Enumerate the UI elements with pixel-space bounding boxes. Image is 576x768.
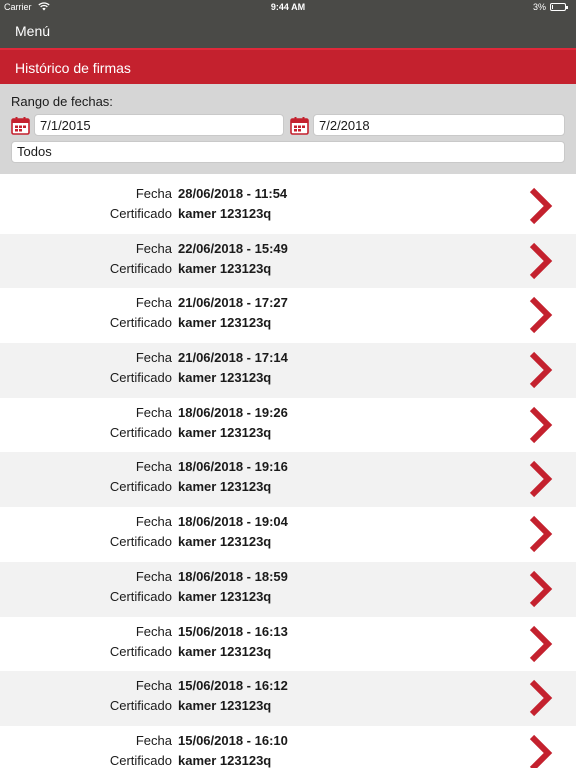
fecha-value: 18/06/2018 - 19:26 — [178, 404, 288, 420]
certificado-value: kamer 123123q — [178, 260, 272, 276]
certificado-value: kamer 123123q — [178, 370, 272, 386]
calendar-icon[interactable] — [11, 116, 30, 135]
chevron-right-icon[interactable] — [526, 515, 556, 553]
page-title: Histórico de firmas — [15, 60, 131, 76]
certificado-value: kamer 123123q — [178, 643, 272, 659]
list-item[interactable]: Fecha 21/06/2018 - 17:27 Certificado kamer … — [0, 288, 576, 344]
battery-percent: 3% — [532, 2, 546, 12]
list-item[interactable]: Fecha 21/06/2018 - 17:14 Certificado kamer … — [0, 343, 576, 398]
certificado-label: Certificado — [109, 315, 172, 331]
list-item[interactable]: Fecha 15/06/2018 - 16:12 Certificado kamer … — [0, 671, 576, 726]
list-item[interactable]: Fecha 18/06/2018 - 19:04 Certificado kamer … — [0, 507, 576, 562]
chevron-right-icon[interactable] — [526, 187, 556, 225]
list-item[interactable]: Fecha 15/06/2018 - 16:13 Certificado kamer … — [0, 616, 576, 672]
chevron-right-icon[interactable] — [526, 406, 556, 444]
filter-panel: Rango de fechas: Todos — [0, 84, 576, 174]
certificado-value: kamer 123123q — [178, 588, 272, 604]
certificado-label: Certificado — [109, 260, 172, 276]
certificado-label: Certificado — [109, 534, 172, 550]
date-from-input[interactable] — [34, 114, 284, 136]
certificado-value: kamer 123123q — [178, 315, 272, 331]
chevron-right-icon[interactable] — [526, 351, 556, 389]
list-item[interactable]: Fecha 22/06/2018 - 15:49 Certificado kamer … — [0, 233, 576, 289]
fecha-label: Fecha — [135, 568, 172, 584]
nav-bar: Menú — [0, 14, 576, 48]
fecha-value: 15/06/2018 - 16:13 — [178, 623, 288, 639]
certificado-label: Certificado — [109, 370, 172, 386]
certificado-label: Certificado — [109, 588, 172, 604]
chevron-right-icon[interactable] — [526, 460, 556, 498]
fecha-value: 21/06/2018 - 17:14 — [178, 350, 288, 366]
fecha-label: Fecha — [135, 459, 172, 475]
certificado-label: Certificado — [109, 206, 172, 221]
battery-icon — [550, 3, 568, 11]
fecha-value: 18/06/2018 - 18:59 — [178, 568, 288, 584]
fecha-value: 28/06/2018 - 11:54 — [178, 186, 288, 201]
fecha-value: 15/06/2018 - 16:10 — [178, 732, 288, 748]
date-range-label: Rango de fechas: — [11, 94, 113, 109]
list-item[interactable]: Fecha 15/06/2018 - 16:10 Certificado kamer … — [0, 725, 576, 768]
certificado-label: Certificado — [109, 698, 172, 714]
certificado-value: kamer 123123q — [178, 752, 272, 768]
certificado-label: Certificado — [109, 752, 172, 768]
signature-list: Fecha 28/06/2018 - 11:54 Certificado kamer … — [0, 179, 576, 768]
list-item[interactable]: Fecha 18/06/2018 - 19:26 Certificado kamer … — [0, 397, 576, 453]
date-to-input[interactable] — [313, 114, 565, 136]
certificado-value: kamer 123123q — [178, 206, 272, 221]
chevron-right-icon[interactable] — [526, 570, 556, 608]
fecha-label: Fecha — [135, 240, 172, 256]
status-bar: Carrier 9:44 AM 3% — [0, 0, 576, 14]
fecha-label: Fecha — [135, 186, 172, 201]
certificado-value: kamer 123123q — [178, 698, 272, 714]
chevron-right-icon[interactable] — [526, 679, 556, 717]
chevron-right-icon[interactable] — [526, 296, 556, 334]
certificado-value: kamer 123123q — [178, 534, 272, 550]
section-header: Histórico de firmas — [0, 48, 576, 84]
list-item[interactable]: Fecha 18/06/2018 - 18:59 Certificado kamer … — [0, 561, 576, 617]
menu-button[interactable]: Menú — [15, 23, 50, 39]
fecha-value: 22/06/2018 - 15:49 — [178, 240, 288, 256]
certificate-select[interactable]: Todos — [11, 141, 565, 163]
fecha-value: 18/06/2018 - 19:04 — [178, 514, 288, 530]
fecha-label: Fecha — [135, 295, 172, 311]
chevron-right-icon[interactable] — [526, 734, 556, 768]
certificado-label: Certificado — [109, 643, 172, 659]
certificado-label: Certificado — [109, 479, 172, 495]
fecha-label: Fecha — [135, 732, 172, 748]
list-item[interactable]: Fecha 28/06/2018 - 11:54 Certificado kamer … — [0, 179, 576, 234]
certificado-value: kamer 123123q — [178, 479, 272, 495]
fecha-label: Fecha — [135, 678, 172, 694]
certificado-value: kamer 123123q — [178, 424, 272, 440]
fecha-label: Fecha — [135, 623, 172, 639]
chevron-right-icon[interactable] — [526, 625, 556, 663]
fecha-label: Fecha — [135, 404, 172, 420]
chevron-right-icon[interactable] — [526, 242, 556, 280]
fecha-value: 18/06/2018 - 19:16 — [178, 459, 288, 475]
fecha-value: 21/06/2018 - 17:27 — [178, 295, 288, 311]
calendar-icon[interactable] — [290, 116, 309, 135]
certificado-label: Certificado — [109, 424, 172, 440]
clock: 9:44 AM — [270, 2, 306, 12]
list-item[interactable]: Fecha 18/06/2018 - 19:16 Certificado kamer … — [0, 452, 576, 508]
fecha-label: Fecha — [135, 514, 172, 530]
fecha-value: 15/06/2018 - 16:12 — [178, 678, 288, 694]
fecha-label: Fecha — [135, 350, 172, 366]
